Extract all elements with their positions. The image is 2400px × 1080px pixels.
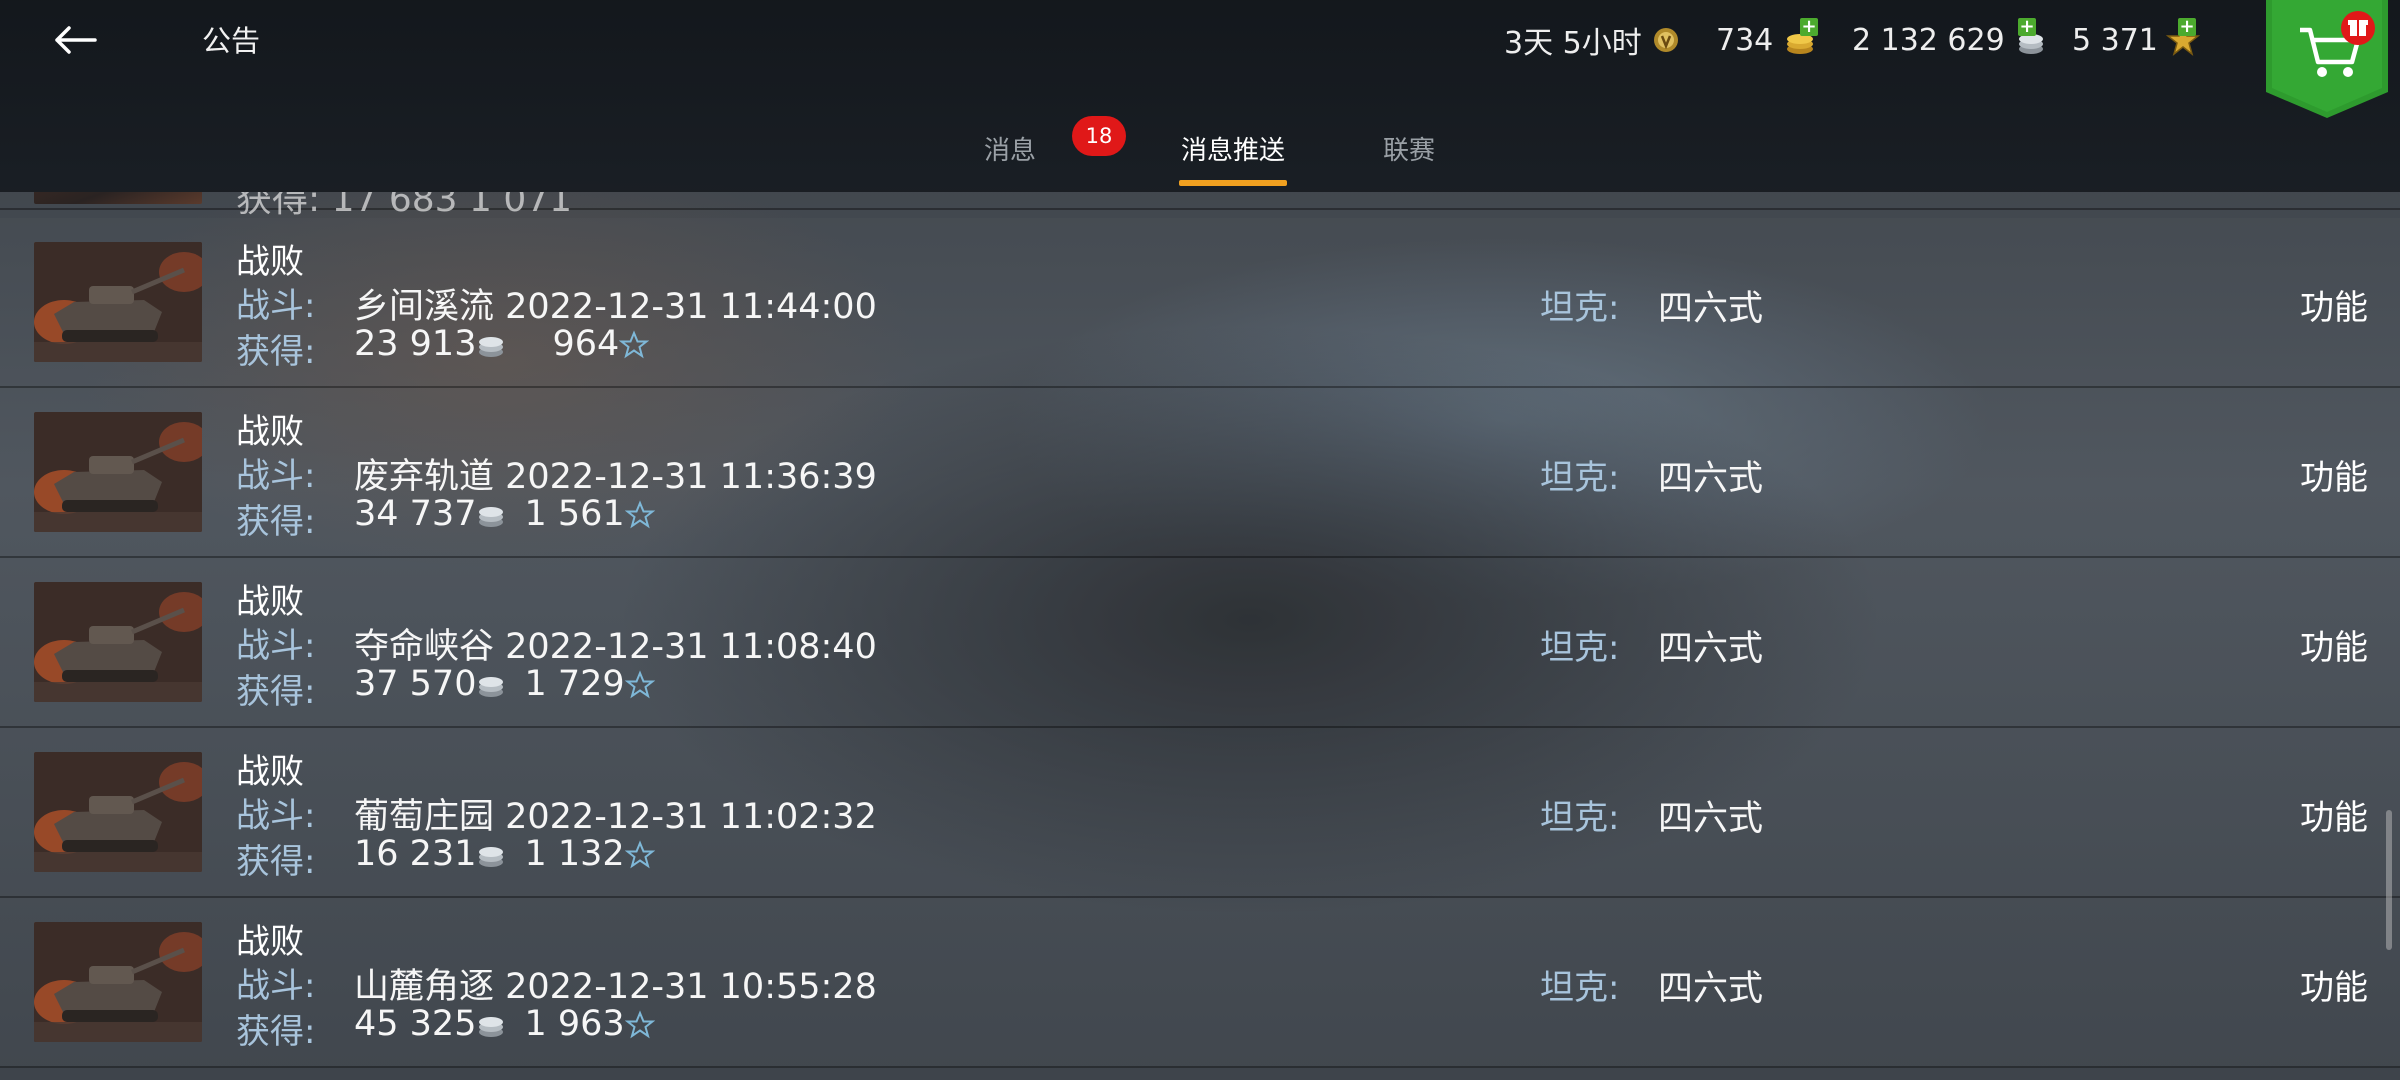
- tank-label: 坦克:: [1540, 968, 1620, 1008]
- tank-thumbnail: [34, 922, 202, 1042]
- battle-map-datetime: 葡萄庄园 2022-12-31 11:02:32: [354, 797, 877, 837]
- tank-name: 四六式: [1658, 969, 1764, 1009]
- list-item[interactable]: 获得: 17 683 1 071: [0, 190, 2400, 220]
- tank-name: 四六式: [1658, 289, 1764, 329]
- battle-label: 战斗:: [236, 286, 316, 326]
- xp-earned: 1 132: [524, 834, 625, 874]
- free-xp-amount: 5 371: [2072, 22, 2158, 58]
- gift-icon: [2341, 11, 2375, 45]
- battle-result: 战败: [236, 242, 304, 282]
- silver-amount: 2 132 629: [1852, 22, 2005, 58]
- battle-result-row[interactable]: 战败 战斗: 乡间溪流 2022-12-31 11:44:00 获得: 23 9…: [0, 218, 2400, 388]
- premium-time[interactable]: 3天 5小时: [1504, 18, 1682, 62]
- earned-rewards: 37 570 1 729: [354, 664, 655, 704]
- add-gold-icon[interactable]: +: [1800, 18, 1818, 36]
- xp-earned: 1 561: [524, 494, 625, 534]
- earned-rewards: 45 325 1 963: [354, 1004, 655, 1044]
- battle-result: 战败: [236, 582, 304, 622]
- premium-time-text: 3天 5小时: [1504, 26, 1642, 61]
- battle-label: 战斗:: [236, 966, 316, 1006]
- xp-earned: 964: [552, 324, 620, 364]
- battle-map-datetime: 山麓角逐 2022-12-31 10:55:28: [354, 967, 877, 1007]
- function-button[interactable]: 功能: [2300, 280, 2368, 329]
- tank-name: 四六式: [1658, 459, 1764, 499]
- earned-rewards: 16 231 1 132: [354, 834, 655, 874]
- tank-label: 坦克:: [1540, 288, 1620, 328]
- battle-label: 战斗:: [236, 796, 316, 836]
- add-free-xp-icon[interactable]: +: [2178, 18, 2196, 36]
- tank-thumbnail: [34, 190, 202, 204]
- function-button[interactable]: 功能: [2300, 960, 2368, 1009]
- battle-result-row[interactable]: 战败 战斗: 夺命峡谷 2022-12-31 11:08:40 获得: 37 5…: [0, 558, 2400, 728]
- xp-star-icon: [624, 840, 655, 869]
- tab-bar: 消息 消息推送 联赛: [0, 116, 2400, 190]
- battle-label: 战斗:: [236, 456, 316, 496]
- top-bar: 公告 3天 5小时 734 + 2 132 629 + 5 371 + 消息 消…: [0, 0, 2400, 192]
- battle-result-row[interactable]: 战败 战斗: 废弃轨道 2022-12-31 11:36:39 获得: 34 7…: [0, 388, 2400, 558]
- tank-thumbnail: [34, 752, 202, 872]
- battle-map-datetime: 乡间溪流 2022-12-31 11:44:00: [354, 287, 877, 327]
- xp-earned: 1 729: [524, 664, 625, 704]
- tank-name: 四六式: [1658, 799, 1764, 839]
- earned-label: 获得:: [236, 502, 316, 542]
- tank-name: 四六式: [1658, 629, 1764, 669]
- battle-result: 战败: [236, 412, 304, 452]
- credits-earned: 34 737: [354, 494, 477, 534]
- scrollbar[interactable]: [2386, 810, 2392, 950]
- premium-account-icon: [1653, 28, 1678, 52]
- credits-earned: 45 325: [354, 1004, 477, 1044]
- tank-thumbnail: [34, 582, 202, 702]
- credits-earned: 23 913: [354, 324, 477, 364]
- back-arrow-icon[interactable]: [40, 12, 110, 68]
- earned-label: 获得:: [236, 1012, 316, 1052]
- xp-star-icon: [624, 1010, 655, 1039]
- silver-coins-icon: [479, 677, 504, 697]
- messages-unread-badge: 18: [1072, 116, 1126, 156]
- xp-earned: 1 963: [524, 1004, 625, 1044]
- tab-push-messages[interactable]: 消息推送: [1179, 130, 1287, 167]
- tank-label: 坦克:: [1540, 458, 1620, 498]
- xp-star-icon: [624, 500, 655, 529]
- earned-rewards: 34 737 1 561: [354, 494, 655, 534]
- xp-star-icon: [624, 670, 655, 699]
- silver-coins-icon: [479, 507, 504, 527]
- page-title: 公告: [202, 24, 261, 58]
- battle-result-row[interactable]: 战败 战斗: 山麓角逐 2022-12-31 10:55:28 获得: 45 3…: [0, 898, 2400, 1068]
- credits-earned: 16 231: [354, 834, 477, 874]
- tank-label: 坦克:: [1540, 798, 1620, 838]
- earned-label: 获得:: [236, 332, 316, 372]
- battle-result: 战败: [236, 752, 304, 792]
- xp-star-icon: [619, 330, 650, 359]
- battle-map-datetime: 废弃轨道 2022-12-31 11:36:39: [354, 457, 877, 497]
- active-tab-indicator: [1179, 180, 1287, 186]
- tab-league[interactable]: 联赛: [1382, 130, 1436, 167]
- battle-map-datetime: 夺命峡谷 2022-12-31 11:08:40: [354, 627, 877, 667]
- earned-label: 获得:: [236, 842, 316, 882]
- add-silver-icon[interactable]: +: [2018, 18, 2036, 36]
- silver-coins-icon: [479, 1017, 504, 1037]
- shop-button[interactable]: [2266, 0, 2388, 118]
- function-button[interactable]: 功能: [2300, 620, 2368, 669]
- silver-coins-icon: [479, 337, 504, 357]
- tank-thumbnail: [34, 412, 202, 532]
- message-list[interactable]: 获得: 17 683 1 071 战败 战斗: 乡间溪流 2022-12-31 …: [0, 190, 2400, 1080]
- function-button[interactable]: 功能: [2300, 450, 2368, 499]
- battle-result: 战败: [236, 922, 304, 962]
- tab-messages[interactable]: 消息: [978, 130, 1042, 167]
- silver-coins-icon: [479, 847, 504, 867]
- earned-label: 获得:: [236, 672, 316, 712]
- tank-thumbnail: [34, 242, 202, 362]
- function-button[interactable]: 功能: [2300, 790, 2368, 839]
- earned-rewards: 23 913 964: [354, 324, 650, 364]
- battle-label: 战斗:: [236, 626, 316, 666]
- tank-label: 坦克:: [1540, 628, 1620, 668]
- battle-result-row[interactable]: 战败 战斗: 葡萄庄园 2022-12-31 11:02:32 获得: 16 2…: [0, 728, 2400, 898]
- credits-earned: 37 570: [354, 664, 477, 704]
- gold-amount: 734: [1716, 22, 1774, 58]
